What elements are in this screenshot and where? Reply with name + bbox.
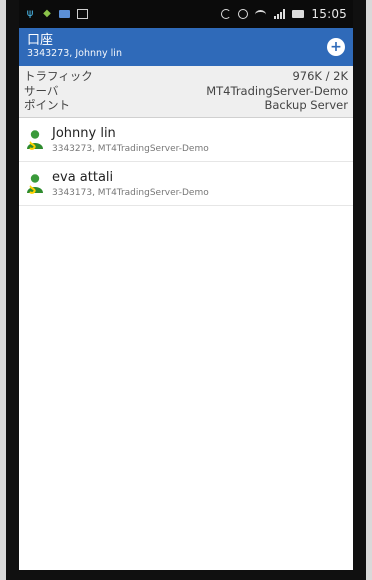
access-point-value: Backup Server (264, 98, 348, 112)
account-name: eva attali (52, 169, 114, 185)
account-item-johnny-lin[interactable]: Johnny lin 3343273, MT4TradingServer-Dem… (19, 117, 353, 162)
account-list: Johnny lin 3343273, MT4TradingServer-Dem… (19, 117, 353, 206)
wifi-icon (255, 9, 267, 19)
battery-icon (292, 10, 305, 18)
connection-info-panel: トラフィック 976K / 2K サーバ MT4TradingServer-De… (19, 66, 353, 118)
server-value: MT4TradingServer-Demo (206, 83, 348, 98)
message-icon (59, 10, 70, 18)
user-account-icon (27, 173, 43, 194)
android-icon: ◆ (43, 8, 51, 19)
page-subtitle: 3343273, Johnny lin (27, 48, 122, 59)
status-bar: ψ ◆ 15:05 (19, 0, 353, 28)
add-account-button[interactable]: + (327, 38, 345, 56)
access-point-row: ポイント Backup Server (24, 98, 348, 113)
traffic-label: トラフィック (24, 69, 93, 83)
user-account-icon (27, 129, 43, 150)
phone-screen: ψ ◆ 15:05 口座 3343273, Johnny lin + トラフィッ… (6, 0, 366, 580)
account-detail: 3343273, MT4TradingServer-Demo (52, 143, 209, 154)
account-item-eva-attali[interactable]: eva attali 3343173, MT4TradingServer-Dem… (19, 161, 353, 206)
app-bar: 口座 3343273, Johnny lin + (19, 28, 353, 66)
plus-circle-icon: + (330, 38, 342, 55)
account-detail: 3343173, MT4TradingServer-Demo (52, 187, 209, 198)
alarm-icon (238, 9, 249, 19)
traffic-value: 976K / 2K (292, 69, 348, 83)
page-title: 口座 (27, 33, 54, 49)
server-label: サーバ (24, 83, 59, 98)
sync-icon (221, 9, 232, 19)
signal-icon (273, 9, 285, 19)
server-row: サーバ MT4TradingServer-Demo (24, 84, 348, 99)
traffic-row: トラフィック 976K / 2K (24, 69, 348, 84)
image-icon (77, 9, 88, 19)
status-time: 15:05 (311, 7, 347, 21)
account-name: Johnny lin (52, 125, 116, 141)
access-point-label: ポイント (24, 98, 70, 112)
usb-icon: ψ (26, 8, 34, 19)
